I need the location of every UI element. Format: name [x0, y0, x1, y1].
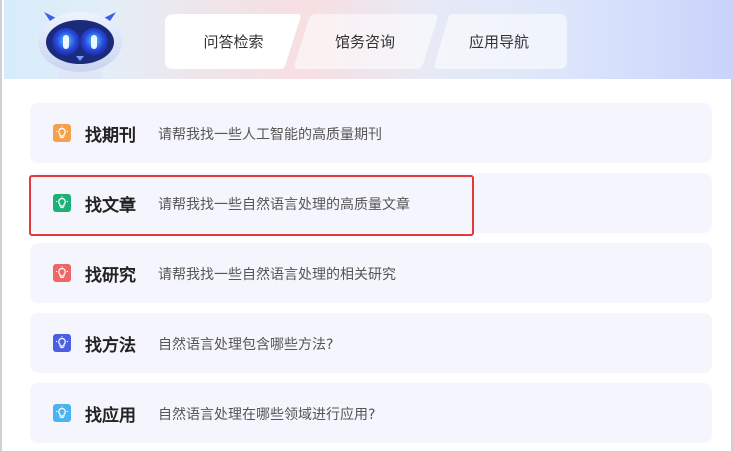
tab-app-navigation[interactable]: 应用导航 [431, 14, 567, 69]
header-banner: 问答检索 馆务咨询 应用导航 [4, 0, 733, 79]
card-title: 找方法 [85, 336, 136, 356]
card-description: 请帮我找一些自然语言处理的高质量文章 [158, 197, 410, 213]
card-title: 找期刊 [85, 126, 136, 146]
card-title: 找文章 [85, 196, 136, 216]
tab-label: 馆务咨询 [334, 33, 395, 51]
lightbulb-icon [53, 334, 71, 352]
tab-label: 问答检索 [203, 33, 264, 51]
suggestion-card-journal[interactable]: 找期刊 请帮我找一些人工智能的高质量期刊 [30, 103, 712, 163]
owl-mascot-icon [38, 12, 122, 79]
card-description: 请帮我找一些自然语言处理的相关研究 [158, 267, 396, 283]
card-description: 自然语言处理在哪些领域进行应用? [158, 407, 376, 423]
card-title: 找应用 [85, 406, 136, 426]
app-window: 问答检索 馆务咨询 应用导航 找期刊 请帮我找一些人工智能的高质量期刊 找文章 … [0, 0, 733, 452]
lightbulb-icon [53, 194, 71, 212]
lightbulb-icon [53, 404, 71, 422]
suggestion-card-method[interactable]: 找方法 自然语言处理包含哪些方法? [30, 313, 712, 373]
lightbulb-icon [53, 124, 71, 142]
card-title: 找研究 [85, 266, 136, 286]
tab-qa-search[interactable]: 问答检索 [165, 14, 302, 69]
tab-library-consult[interactable]: 馆务咨询 [290, 14, 440, 69]
suggestion-card-application[interactable]: 找应用 自然语言处理在哪些领域进行应用? [30, 383, 712, 443]
tab-label: 应用导航 [468, 33, 529, 51]
card-description: 自然语言处理包含哪些方法? [158, 337, 334, 353]
suggestion-card-article[interactable]: 找文章 请帮我找一些自然语言处理的高质量文章 [30, 173, 712, 233]
lightbulb-icon [53, 264, 71, 282]
card-description: 请帮我找一些人工智能的高质量期刊 [158, 127, 382, 143]
suggestion-card-research[interactable]: 找研究 请帮我找一些自然语言处理的相关研究 [30, 243, 712, 303]
